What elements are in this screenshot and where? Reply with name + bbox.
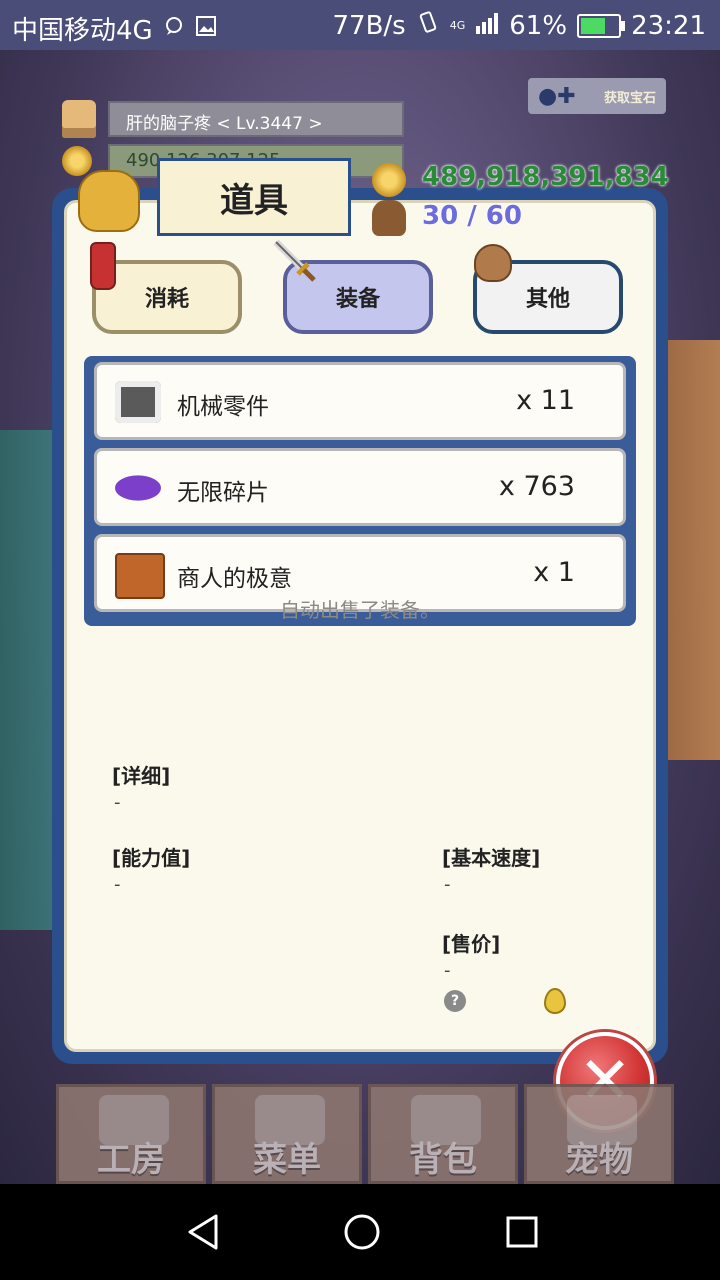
detail-label: [详细]: [112, 764, 171, 788]
get-gems-label: 获取宝石: [603, 90, 656, 106]
home-icon[interactable]: [342, 1212, 382, 1256]
recents-icon[interactable]: [502, 1212, 542, 1256]
menu-label: 宠物: [565, 1140, 633, 1180]
gold-coin-icon: [62, 146, 92, 176]
chest-icon: [115, 553, 165, 599]
menu-pet[interactable]: 宠物: [524, 1084, 674, 1184]
menu-label: 背包: [409, 1140, 477, 1180]
gold-amount: 489,918,391,834: [422, 162, 669, 192]
item-quantity: x 1: [533, 557, 575, 588]
potion-icon: [90, 242, 116, 290]
status-right: 77B/s 4G 61% 23:21: [333, 10, 707, 41]
help-icon[interactable]: ?: [444, 990, 466, 1012]
item-quantity: x 763: [498, 471, 575, 502]
status-left: 中国移动4G: [12, 10, 217, 47]
bag-capacity: 30 / 60: [422, 201, 522, 231]
chat-bubble-icon: [163, 14, 185, 44]
network-speed: 77B/s: [332, 10, 406, 41]
navigation-bar: [0, 1184, 720, 1280]
menu-main[interactable]: 菜单: [212, 1084, 362, 1184]
menu-backpack[interactable]: 背包: [368, 1084, 518, 1184]
item-name: 商人的极意: [177, 566, 292, 592]
ability-label: [能力值]: [112, 846, 191, 870]
gold-coin-icon: [372, 163, 406, 197]
item-quantity: x 11: [516, 385, 575, 416]
drop-icon: [544, 988, 566, 1014]
toast-message: 自动出售了装备。: [280, 598, 440, 622]
back-icon[interactable]: [184, 1212, 224, 1256]
player-avatar[interactable]: [62, 100, 96, 138]
price-label: [售价]: [442, 932, 501, 956]
item-list: 机械零件 x 11 无限碎片 x 763 商人的极意 x 1: [84, 356, 636, 626]
signal-icon: [475, 11, 499, 41]
image-icon: [195, 14, 217, 44]
menu-label: 菜单: [253, 1140, 321, 1180]
vibrate-icon: [416, 10, 440, 41]
bag-icon: [78, 170, 140, 232]
list-item[interactable]: 无限碎片 x 763: [94, 448, 626, 526]
status-bar: 中国移动4G 77B/s 4G 61% 23:21: [0, 0, 720, 50]
detail-value: -: [114, 792, 121, 813]
bottom-menu: 工房 菜单 背包 宠物: [56, 1084, 696, 1184]
backpack-icon: [372, 200, 406, 236]
crystal-shard-icon: [115, 475, 161, 501]
menu-workshop[interactable]: 工房: [56, 1084, 206, 1184]
item-name: 无限碎片: [177, 480, 269, 506]
gear-parts-icon: [115, 381, 161, 423]
base-speed-label: [基本速度]: [442, 846, 541, 870]
item-name: 机械零件: [177, 394, 269, 420]
battery-icon: [577, 13, 626, 38]
plus-icon: ●✚: [538, 84, 576, 109]
player-name-level: 肝的脑子疼 < Lv.3447 >: [108, 101, 404, 137]
price-value: -: [444, 960, 451, 981]
sword-icon: [272, 238, 318, 284]
sack-icon: [474, 244, 512, 282]
clock: 23:21: [631, 10, 706, 41]
ability-value: -: [114, 874, 121, 895]
panel-title: 道具: [157, 158, 351, 236]
menu-label: 工房: [97, 1140, 165, 1180]
base-speed-value: -: [444, 874, 451, 895]
list-item[interactable]: 机械零件 x 11: [94, 362, 626, 440]
battery-percent: 61%: [509, 10, 568, 41]
network-type: 4G: [449, 19, 466, 32]
background-creature-left: [0, 430, 60, 930]
carrier-label: 中国移动4G: [12, 16, 153, 46]
get-gems-button[interactable]: ●✚ 获取宝石: [528, 78, 666, 114]
